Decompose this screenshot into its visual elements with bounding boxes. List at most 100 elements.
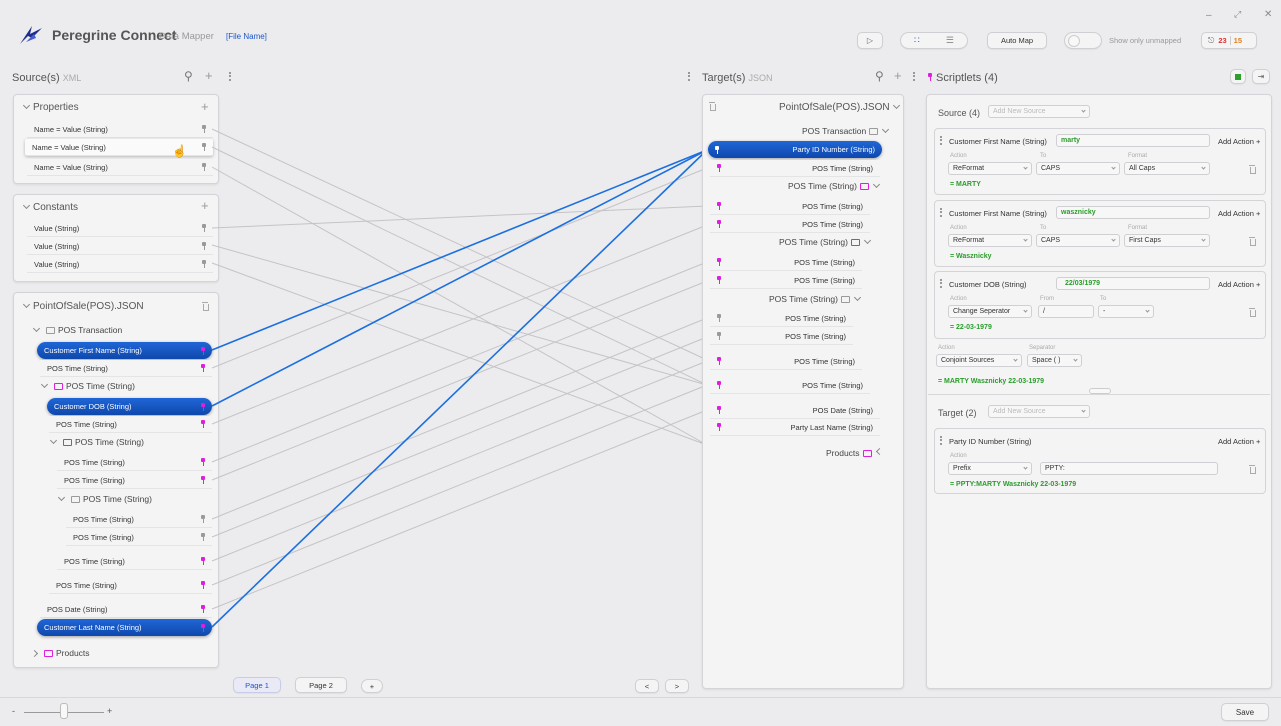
target-row[interactable]: POS Time (String)	[710, 310, 853, 327]
action-label: Action	[950, 296, 967, 302]
select-value: All Caps	[1129, 165, 1156, 172]
prefix-input[interactable]: PPTY:	[1040, 462, 1218, 475]
action-select[interactable]: ReFormat	[948, 234, 1032, 247]
card-drag-handle[interactable]	[940, 208, 942, 217]
add-page-button[interactable]: +	[361, 679, 383, 693]
target-search-icon[interactable]: ⚲	[875, 69, 884, 83]
target-drag-handle-right[interactable]	[913, 72, 915, 81]
folder-label: POS Transaction	[802, 126, 867, 136]
card-result: = MARTY	[950, 181, 981, 188]
pin-icon	[928, 73, 932, 81]
card-drag-handle[interactable]	[940, 279, 942, 288]
from-input[interactable]: /	[1038, 305, 1094, 318]
target-row[interactable]: POS Time (String)	[710, 353, 862, 370]
card-value-input[interactable]: marty	[1056, 134, 1210, 147]
target-folder-pos-time[interactable]: POS Time (String)	[769, 293, 864, 304]
add-new-source-text: Add New Source	[993, 108, 1046, 115]
mapping-line	[211, 317, 708, 520]
target-row-party-id[interactable]: Party ID Number (String)	[708, 141, 882, 158]
row-label: POS Time (String)	[785, 331, 846, 341]
pin-icon[interactable]	[717, 406, 721, 414]
add-new-source-select[interactable]: Add New Source	[988, 105, 1090, 118]
pin-icon[interactable]	[717, 276, 721, 284]
target-row[interactable]: POS Date (String)	[710, 402, 880, 419]
target-transaction-folder[interactable]: POS Transaction	[802, 125, 892, 136]
conjoint-action-label: Action	[938, 345, 955, 351]
target-pos-header[interactable]: PointOfSale(POS).JSON	[779, 101, 903, 113]
mapping-line	[211, 261, 708, 463]
tab-page-2[interactable]: Page 2	[295, 677, 347, 693]
separator-select[interactable]: Space ( )	[1027, 354, 1082, 367]
delete-action-icon[interactable]	[1249, 165, 1256, 174]
format-label: Format	[1128, 153, 1148, 159]
zoom-slider-thumb[interactable]	[60, 703, 68, 719]
row-label: POS Date (String)	[812, 405, 873, 415]
add-action-button[interactable]: Add Action +	[1218, 137, 1260, 146]
mapping-line	[211, 224, 708, 425]
target-products-folder[interactable]: Products	[826, 447, 886, 458]
scriptlets-title-text: Scriptlets (4)	[936, 72, 998, 84]
mapping-line	[211, 205, 708, 229]
to-select[interactable]: -	[1098, 305, 1154, 318]
target-row[interactable]: POS Time (String)	[710, 198, 870, 215]
pin-icon[interactable]	[717, 220, 721, 228]
pin-icon[interactable]	[717, 381, 721, 389]
target-row[interactable]: POS Time (String)	[710, 272, 862, 289]
target-folder-pos-time[interactable]: POS Time (String)	[788, 180, 883, 191]
to-select[interactable]: CAPS	[1036, 162, 1120, 175]
target-drag-handle-left[interactable]	[688, 72, 690, 81]
pin-icon[interactable]	[717, 202, 721, 210]
target-pos-delete-icon[interactable]	[709, 102, 716, 111]
scriptlet-run-button[interactable]	[1230, 69, 1246, 84]
action-select[interactable]: ReFormat	[948, 162, 1032, 175]
pin-icon[interactable]	[715, 145, 719, 154]
card-drag-handle[interactable]	[940, 136, 942, 145]
target-row[interactable]: POS Time (String)	[710, 254, 862, 271]
action-select[interactable]: Prefix	[948, 462, 1032, 475]
add-action-button[interactable]: Add Action +	[1218, 280, 1260, 289]
card-drag-handle[interactable]	[940, 436, 942, 445]
target-row[interactable]: Party Last Name (String)	[710, 419, 880, 436]
target-row[interactable]: POS Time (String)	[710, 160, 880, 177]
folder-label: POS Time (String)	[788, 181, 857, 191]
action-select[interactable]: Change Seperator	[948, 305, 1032, 318]
to-select[interactable]: CAPS	[1036, 234, 1120, 247]
next-page-button[interactable]: >	[665, 679, 689, 693]
row-label: Party Last Name (String)	[790, 422, 873, 432]
format-select[interactable]: First Caps	[1124, 234, 1210, 247]
conjoint-action-select[interactable]: Conjoint Sources	[936, 354, 1022, 367]
target-row[interactable]: POS Time (String)	[710, 328, 853, 345]
add-action-button[interactable]: Add Action +	[1218, 209, 1260, 218]
add-new-target-select[interactable]: Add New Source	[988, 405, 1090, 418]
delete-action-icon[interactable]	[1249, 308, 1256, 317]
zoom-plus-button[interactable]: +	[107, 706, 112, 716]
target-row[interactable]: POS Time (String)	[710, 216, 870, 233]
pin-icon[interactable]	[717, 164, 721, 172]
mapping-line	[211, 166, 708, 446]
format-select[interactable]: All Caps	[1124, 162, 1210, 175]
delete-action-icon[interactable]	[1249, 237, 1256, 246]
add-action-button[interactable]: Add Action +	[1218, 437, 1260, 446]
active-mapping-line	[211, 149, 708, 351]
pin-icon[interactable]	[717, 357, 721, 365]
tab-page-1[interactable]: Page 1	[233, 677, 281, 693]
card-value-input[interactable]: wasznicky	[1056, 206, 1210, 219]
divider	[928, 394, 1270, 395]
mapping-line	[211, 262, 708, 446]
active-mapping-line	[211, 149, 708, 628]
folder-label: POS Time (String)	[779, 237, 848, 247]
delete-action-icon[interactable]	[1249, 465, 1256, 474]
pin-icon[interactable]	[717, 423, 721, 431]
target-add-icon[interactable]: +	[894, 69, 902, 82]
pin-icon[interactable]	[717, 314, 721, 322]
target-row[interactable]: POS Time (String)	[710, 377, 870, 394]
select-value: CAPS	[1041, 237, 1061, 244]
prev-page-button[interactable]: <	[635, 679, 659, 693]
pin-icon[interactable]	[717, 332, 721, 340]
save-button[interactable]: Save	[1221, 703, 1269, 721]
target-folder-pos-time[interactable]: POS Time (String)	[779, 236, 874, 247]
pin-icon[interactable]	[717, 258, 721, 266]
zoom-minus-button[interactable]: -	[12, 706, 15, 716]
scriptlet-pin-button[interactable]: ⇥	[1252, 69, 1270, 84]
card-value-input[interactable]: 22/03/1979	[1056, 277, 1210, 290]
